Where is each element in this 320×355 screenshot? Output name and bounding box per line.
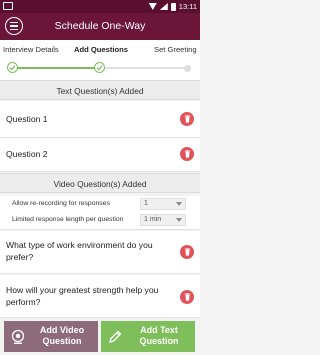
pencil-icon — [109, 330, 122, 343]
signal-icon — [159, 3, 168, 10]
app-bar: Schedule One-Way — [0, 13, 200, 40]
delete-question-button[interactable] — [180, 290, 194, 304]
battery-icon — [170, 2, 176, 11]
text-question-row[interactable]: Question 1 — [0, 101, 200, 138]
delete-question-button[interactable] — [180, 112, 194, 126]
webcam-icon — [11, 329, 25, 344]
bottom-action-bar: Add Video Question Add Text Question — [0, 318, 200, 355]
trash-icon — [184, 150, 190, 158]
delete-question-button[interactable] — [180, 245, 194, 259]
add-text-question-button[interactable]: Add Text Question — [101, 321, 195, 352]
trash-icon — [184, 248, 190, 256]
status-bar: 13:11 — [0, 0, 200, 13]
step-label-interview-details[interactable]: Interview Details — [3, 45, 59, 54]
check-icon — [9, 65, 16, 71]
trash-icon — [184, 293, 190, 301]
delete-question-button[interactable] — [180, 147, 194, 161]
question-text: What type of work environment do you pre… — [6, 240, 153, 262]
video-question-row[interactable]: What type of work environment do you pre… — [0, 231, 200, 274]
add-video-question-label: Add Video Question — [39, 325, 85, 346]
text-question-row[interactable]: Question 2 — [0, 138, 200, 172]
response-length-setting: Limited response length per question 1 m… — [0, 213, 200, 228]
video-questions-header: Video Question(s) Added — [0, 173, 200, 193]
step-dot-done — [7, 62, 18, 73]
response-length-select[interactable]: 1 min — [140, 214, 186, 226]
rerecord-label: Allow re-recording for responses — [12, 200, 110, 207]
add-video-question-button[interactable]: Add Video Question — [4, 321, 98, 352]
progress-line-remaining — [100, 67, 186, 69]
step-label-add-questions[interactable]: Add Questions — [74, 45, 128, 54]
question-text: How will your greatest strength help you… — [6, 285, 159, 307]
trash-icon — [184, 115, 190, 123]
rerecord-setting: Allow re-recording for responses 1 — [0, 197, 200, 212]
question-text: Question 1 — [6, 114, 48, 124]
question-text: Question 2 — [6, 149, 48, 159]
status-icons: 13:11 — [148, 2, 197, 11]
dropdown-caret-icon — [176, 202, 182, 206]
step-dot-pending — [184, 64, 191, 72]
response-length-label: Limited response length per question — [12, 216, 124, 223]
progress-line-complete — [12, 67, 100, 69]
status-time: 13:11 — [178, 2, 197, 11]
progress-stepper: Interview Details Add Questions Set Gree… — [0, 40, 200, 80]
text-questions-header: Text Question(s) Added — [0, 80, 200, 100]
dropdown-caret-icon — [176, 218, 182, 222]
video-question-row[interactable]: How will your greatest strength help you… — [0, 275, 200, 318]
video-settings: Allow re-recording for responses 1 Limit… — [0, 196, 200, 230]
add-text-question-label: Add Text Question — [139, 325, 179, 346]
rerecord-select[interactable]: 1 — [140, 198, 186, 210]
step-dot-active — [94, 62, 105, 73]
page-title: Schedule One-Way — [54, 20, 146, 32]
wifi-icon — [148, 3, 157, 10]
step-label-set-greeting[interactable]: Set Greeting — [154, 45, 197, 54]
notification-icon — [3, 2, 13, 10]
check-icon — [96, 65, 103, 71]
